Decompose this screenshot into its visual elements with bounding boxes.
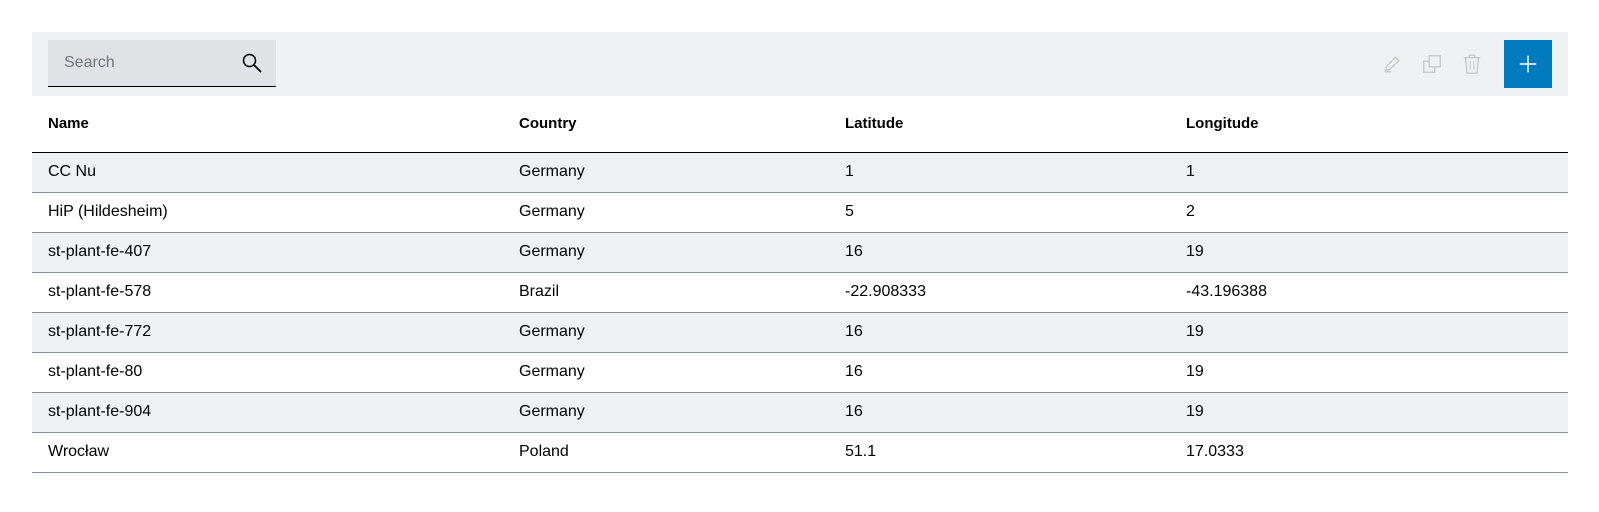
locations-panel: Name Country Latitude Longitude CC Nu Ge…: [32, 32, 1568, 473]
table-row[interactable]: st-plant-fe-407 Germany 16 19: [32, 232, 1568, 273]
toolbar-actions: [1372, 40, 1552, 88]
cell-latitude: 51.1: [829, 432, 1170, 473]
cell-longitude: 19: [1170, 392, 1568, 433]
cell-longitude: 17.0333: [1170, 432, 1568, 473]
table-row[interactable]: st-plant-fe-80 Germany 16 19: [32, 352, 1568, 393]
table-row[interactable]: st-plant-fe-772 Germany 16 19: [32, 312, 1568, 353]
table-row[interactable]: CC Nu Germany 1 1: [32, 152, 1568, 193]
cell-longitude: 19: [1170, 352, 1568, 393]
cell-name: st-plant-fe-407: [32, 232, 503, 273]
search-icon[interactable]: [240, 51, 264, 75]
cell-longitude: 1: [1170, 152, 1568, 193]
table-toolbar: [32, 32, 1568, 96]
table-row[interactable]: Wrocław Poland 51.1 17.0333: [32, 432, 1568, 473]
cell-name: HiP (Hildesheim): [32, 192, 503, 233]
cell-country: Germany: [503, 152, 829, 193]
cell-name: st-plant-fe-80: [32, 352, 503, 393]
column-header-country[interactable]: Country: [503, 96, 829, 153]
cell-country: Poland: [503, 432, 829, 473]
cell-longitude: 2: [1170, 192, 1568, 233]
table-row[interactable]: st-plant-fe-904 Germany 16 19: [32, 392, 1568, 433]
cell-name: st-plant-fe-578: [32, 272, 503, 313]
table-row[interactable]: st-plant-fe-578 Brazil -22.908333 -43.19…: [32, 272, 1568, 313]
cell-longitude: 19: [1170, 312, 1568, 353]
cell-latitude: 16: [829, 312, 1170, 353]
cell-latitude: 16: [829, 392, 1170, 433]
cell-country: Germany: [503, 232, 829, 273]
add-button[interactable]: [1504, 40, 1552, 88]
cell-country: Germany: [503, 312, 829, 353]
cell-latitude: 16: [829, 352, 1170, 393]
cell-name: st-plant-fe-772: [32, 312, 503, 353]
cell-longitude: 19: [1170, 232, 1568, 273]
cell-latitude: 5: [829, 192, 1170, 233]
column-header-latitude[interactable]: Latitude: [829, 96, 1170, 153]
cell-latitude: 1: [829, 152, 1170, 193]
locations-table: Name Country Latitude Longitude CC Nu Ge…: [32, 96, 1568, 473]
cell-name: st-plant-fe-904: [32, 392, 503, 433]
cell-country: Germany: [503, 192, 829, 233]
cell-country: Germany: [503, 392, 829, 433]
duplicate-button[interactable]: [1412, 40, 1452, 88]
search-input[interactable]: [48, 40, 244, 86]
cell-name: CC Nu: [32, 152, 503, 193]
table-header-row: Name Country Latitude Longitude: [32, 96, 1568, 153]
table-row[interactable]: HiP (Hildesheim) Germany 5 2: [32, 192, 1568, 233]
cell-country: Germany: [503, 352, 829, 393]
copy-icon: [1423, 55, 1441, 73]
delete-icon: [1463, 54, 1481, 74]
cell-longitude: -43.196388: [1170, 272, 1568, 313]
cell-latitude: -22.908333: [829, 272, 1170, 313]
column-header-name[interactable]: Name: [32, 96, 503, 153]
search-field[interactable]: [48, 40, 276, 87]
cell-country: Brazil: [503, 272, 829, 313]
edit-icon: [1384, 56, 1400, 73]
delete-button[interactable]: [1452, 40, 1492, 88]
column-header-longitude[interactable]: Longitude: [1170, 96, 1568, 153]
edit-button[interactable]: [1372, 40, 1412, 88]
cell-name: Wrocław: [32, 432, 503, 473]
plus-icon: [1519, 55, 1537, 73]
cell-latitude: 16: [829, 232, 1170, 273]
